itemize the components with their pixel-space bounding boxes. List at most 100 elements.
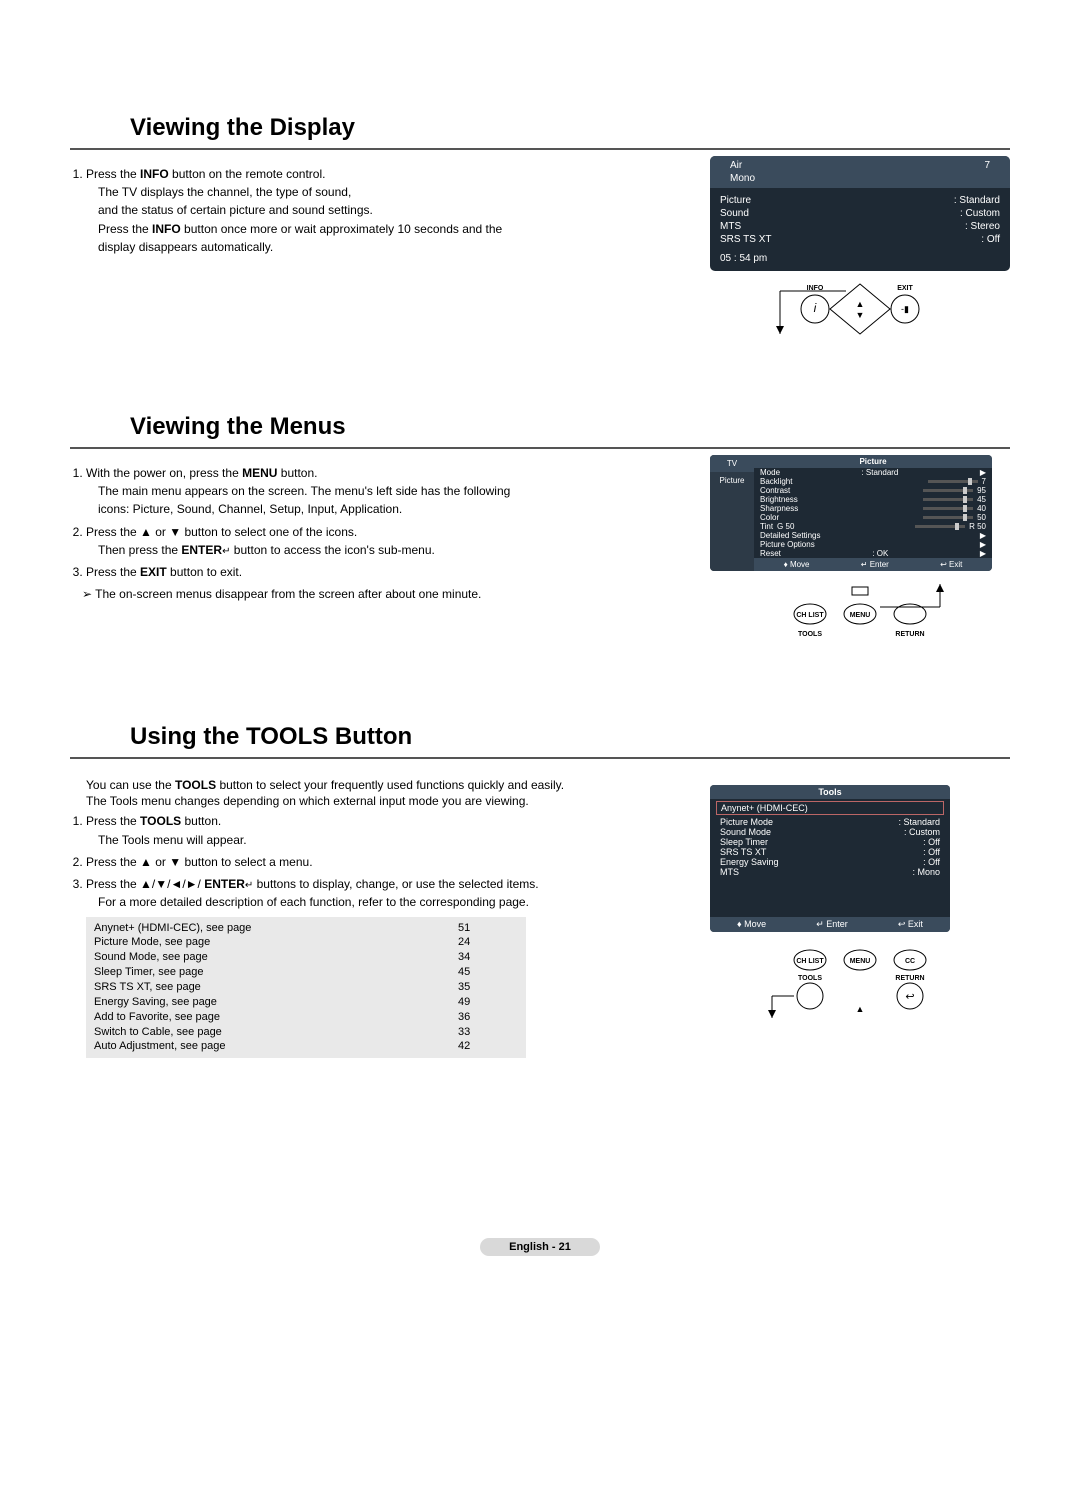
svg-text:CH LIST: CH LIST [796,612,824,619]
page-ref-label: Anynet+ (HDMI-CEC), see page [94,922,251,934]
tools-button-label: TOOLS [175,778,216,792]
text: Press the ▲ or ▼ button to select one of… [86,525,357,539]
osd-label: Reset [760,549,781,558]
text: Then press the ENTER button to access th… [98,542,700,559]
slider-icon [923,516,973,519]
text: With the power on, press the [86,466,242,480]
osd-label: Tint [760,522,773,531]
text: button to select your frequently used fu… [219,778,564,792]
slider-icon [923,507,973,510]
arrow-right-icon: ▶ [980,549,986,558]
osd-label: MTS [720,867,739,877]
page-ref-num: 35 [458,980,518,995]
osd-time: 05 : 54 pm [720,253,767,264]
exit-button-label: EXIT [140,565,167,579]
osd-value: : Off [981,234,1000,245]
tools-step-1: Press the TOOLS button. The Tools menu w… [86,813,700,847]
osd-label: Energy Saving [720,857,779,867]
svg-text:RETURN: RETURN [895,631,924,638]
page-ref-label: Auto Adjustment, see page [94,1040,225,1052]
page-ref-label: Sound Mode, see page [94,951,208,963]
tools-button-label: TOOLS [140,814,181,828]
osd-picture-menu: TV Picture Picture Mode: Standard▶ Backl… [710,455,992,571]
osd-label: Picture [720,195,751,206]
osd-header: Picture [859,457,886,466]
arrow-right-icon: ▶ [980,531,986,540]
osd-ftr-enter: ↵ Enter [861,560,889,569]
slider-icon [928,480,978,483]
osd-channel: 7 [984,160,990,171]
svg-text:CH LIST: CH LIST [796,958,824,965]
svg-text:▼: ▼ [856,310,865,320]
osd-label: Sleep Timer [720,837,768,847]
tools-step-3: Press the ▲/▼/◄/►/ ENTER buttons to disp… [86,876,700,911]
display-step-1: Press the INFO button on the remote cont… [86,166,700,255]
text: For a more detailed description of each … [98,894,700,910]
enter-icon [222,543,230,557]
svg-text:TOOLS: TOOLS [798,631,822,638]
section-title-display: Viewing the Display [70,110,1010,150]
osd-value: : Off [923,837,940,847]
page-ref-num: 51 [458,921,518,936]
osd-label: MTS [720,221,741,232]
section-title-tools: Using the TOOLS Button [70,719,1010,759]
svg-text:MENU: MENU [850,958,871,965]
slider-icon [915,525,965,528]
remote-diagram-menu: CH LIST MENU TOOLS RETURN [760,579,960,649]
osd-ftr-exit: ↩ Exit [898,919,923,930]
osd-label: Picture Options [760,540,815,549]
osd-value: R 50 [969,522,986,531]
text: button to access the icon's sub-menu. [234,543,435,557]
text: button on the remote control. [172,167,325,181]
osd-value: : Custom [960,208,1000,219]
svg-text:EXIT: EXIT [897,285,913,292]
osd-ftr-exit: ↩ Exit [940,560,962,569]
osd-label: Sound [720,208,749,219]
svg-text:CC: CC [905,958,915,965]
page-ref-label: Switch to Cable, see page [94,1026,222,1038]
page-ref-label: Picture Mode, see page [94,936,210,948]
menus-step-1: With the power on, press the MENU button… [86,465,700,518]
arrow-right-icon: ▶ [980,540,986,549]
osd-value: : Mono [912,867,940,877]
menus-step-3: Press the EXIT button to exit. [86,564,700,580]
enter-button-label: ENTER [181,543,222,557]
page-ref-num: 34 [458,950,518,965]
text: button. [185,814,222,828]
text: Press the ▲/▼/◄/►/ [86,877,201,891]
text: Press the [86,814,140,828]
osd-ftr-move: ♦ Move [784,560,810,569]
info-button-label: INFO [140,167,169,181]
osd-mono: Mono [730,173,755,184]
text: You can use the [86,778,175,792]
text: The main menu appears on the screen. The… [98,483,700,499]
osd-value: 50 [977,513,986,522]
page-ref-num: 24 [458,935,518,950]
text: icons: Picture, Sound, Channel, Setup, I… [98,501,700,517]
text: The Tools menu will appear. [98,832,700,848]
osd-ftr-move: ♦ Move [737,919,766,930]
osd-value: 45 [977,495,986,504]
osd-value: : Standard [954,195,1000,206]
osd-label: Backlight [760,477,792,486]
svg-text:↩: ↩ [905,991,914,1003]
osd-label: Brightness [760,495,798,504]
osd-label: Sharpness [760,504,798,513]
osd-info-panel: Air 7 Mono Picture: Standard Sound: Cust… [710,156,1010,271]
text: Then press the [98,543,181,557]
text: and the status of certain picture and so… [98,202,700,218]
osd-label: Contrast [760,486,790,495]
tools-step-2: Press the ▲ or ▼ button to select a menu… [86,854,700,870]
menus-step-2: Press the ▲ or ▼ button to select one of… [86,524,700,559]
osd-value: 40 [977,504,986,513]
section-title-menus: Viewing the Menus [70,409,1010,449]
info-button-label: INFO [152,222,181,236]
slider-icon [923,489,973,492]
svg-text:MENU: MENU [850,612,871,619]
page-ref-num: 33 [458,1025,518,1040]
text: Press the [98,222,152,236]
osd-value: : Stereo [965,221,1000,232]
menu-button-label: MENU [242,466,277,480]
osd-label: Detailed Settings [760,531,820,540]
enter-button-label: ENTER [204,877,245,891]
